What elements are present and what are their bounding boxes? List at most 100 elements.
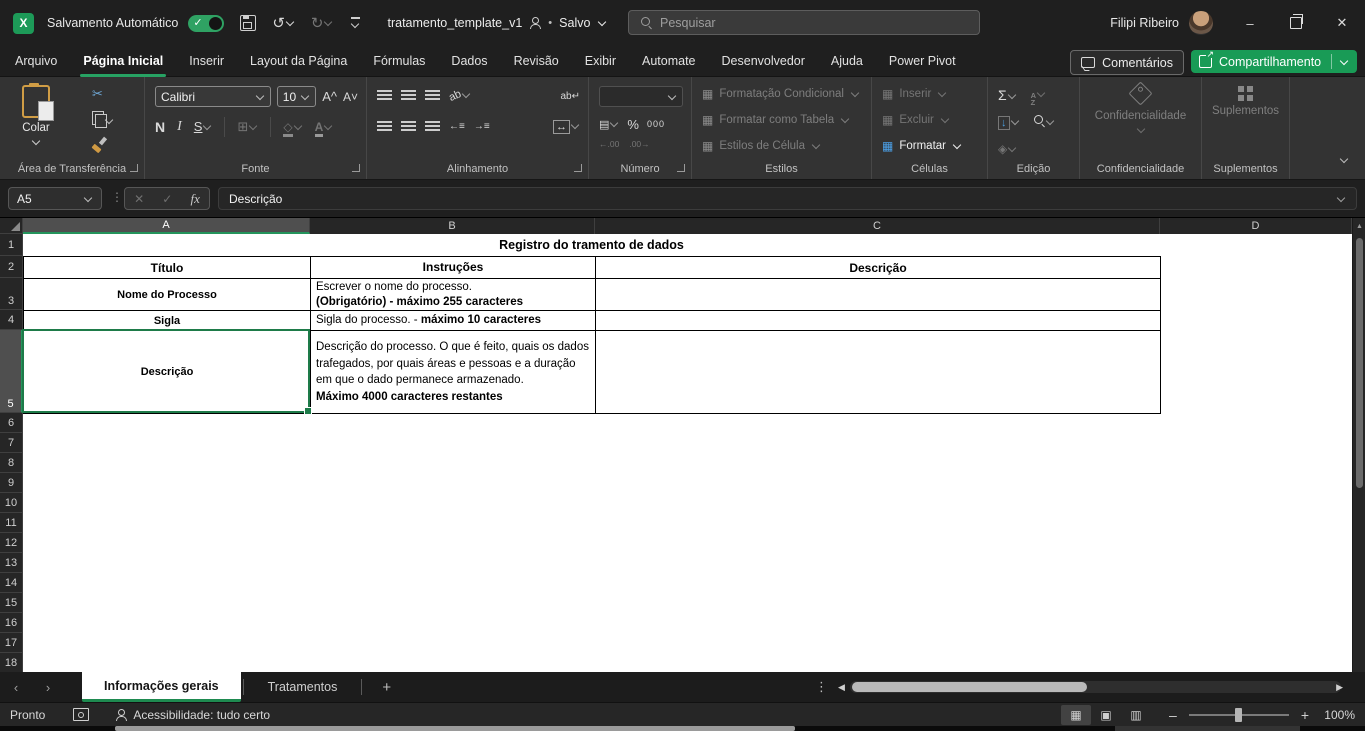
- align-center-button[interactable]: [401, 120, 416, 132]
- row-header-12[interactable]: 12: [0, 533, 23, 553]
- tab-revisao[interactable]: Revisão: [501, 46, 572, 77]
- row-header-8[interactable]: 8: [0, 453, 23, 473]
- account-area[interactable]: Filipi Ribeiro: [1110, 0, 1213, 46]
- document-title[interactable]: tratamento_template_v1 • Salvo: [387, 16, 607, 30]
- tab-inserir[interactable]: Inserir: [176, 46, 237, 77]
- minimize-button[interactable]: –: [1227, 0, 1273, 46]
- row-header-17[interactable]: 17: [0, 633, 23, 653]
- format-cells-button[interactable]: ▦Formatar: [882, 139, 962, 153]
- decrease-decimal-button[interactable]: .00→: [629, 139, 649, 149]
- wrap-text-button[interactable]: ab↵: [560, 86, 580, 104]
- select-all-corner[interactable]: [0, 218, 23, 234]
- column-header-D[interactable]: D: [1160, 218, 1352, 234]
- delete-cells-button[interactable]: ▦Excluir: [882, 113, 950, 127]
- format-painter-button[interactable]: [92, 137, 106, 156]
- normal-view-button[interactable]: ▦: [1061, 705, 1091, 725]
- accounting-format-button[interactable]: ▤: [599, 115, 619, 133]
- row-header-18[interactable]: 18: [0, 653, 23, 673]
- cell-B3[interactable]: Escrever o nome do processo. (Obrigatóri…: [311, 279, 596, 311]
- insert-function-button[interactable]: fx: [191, 191, 200, 207]
- vertical-scrollbar[interactable]: ▲: [1352, 218, 1365, 672]
- dialog-launcher-icon[interactable]: [130, 164, 138, 172]
- zoom-level[interactable]: 100%: [1309, 708, 1355, 722]
- copy-button[interactable]: [92, 111, 114, 130]
- row-header-1[interactable]: 1: [0, 234, 23, 256]
- align-right-button[interactable]: [425, 120, 440, 132]
- next-sheet-button[interactable]: ›: [32, 680, 64, 695]
- bold-button[interactable]: N: [155, 119, 165, 135]
- cell-C2[interactable]: Descrição: [596, 257, 1161, 279]
- comma-style-button[interactable]: 000: [647, 119, 665, 129]
- row-header-6[interactable]: 6: [0, 413, 23, 433]
- cell-B4[interactable]: Sigla do processo. - máximo 10 caractere…: [311, 311, 596, 331]
- number-format-select[interactable]: [599, 86, 683, 107]
- fill-button[interactable]: ↓: [998, 113, 1020, 131]
- sheet-tab-informacoes-gerais[interactable]: Informações gerais: [82, 672, 241, 702]
- scroll-left-icon[interactable]: ◀: [838, 682, 845, 693]
- font-size-select[interactable]: 10: [277, 86, 316, 107]
- avatar[interactable]: [1189, 11, 1213, 35]
- save-button[interactable]: [240, 15, 256, 31]
- cut-button[interactable]: ✂: [92, 86, 103, 102]
- row-header-13[interactable]: 13: [0, 553, 23, 573]
- restore-button[interactable]: [1273, 0, 1319, 46]
- row-header-14[interactable]: 14: [0, 573, 23, 593]
- formula-input[interactable]: Descrição: [218, 187, 1357, 210]
- zoom-slider[interactable]: [1189, 714, 1289, 716]
- tab-arquivo[interactable]: Arquivo: [2, 46, 70, 77]
- zoom-out-button[interactable]: –: [1169, 707, 1177, 723]
- cancel-button[interactable]: ✕: [134, 192, 144, 206]
- row-header-2[interactable]: 2: [0, 256, 23, 278]
- sensitivity-button[interactable]: Confidencialidade: [1080, 85, 1201, 134]
- sheetbar-options-icon[interactable]: ⋮: [815, 679, 828, 695]
- row-header-15[interactable]: 15: [0, 593, 23, 613]
- sort-filter-button[interactable]: AZ: [1031, 85, 1046, 106]
- cell-C5[interactable]: [596, 331, 1161, 414]
- macro-record-icon[interactable]: [73, 708, 89, 721]
- font-name-select[interactable]: Calibri: [155, 86, 271, 107]
- enter-button[interactable]: ✓: [162, 192, 172, 206]
- align-middle-button[interactable]: [401, 89, 416, 101]
- tab-power-pivot[interactable]: Power Pivot: [876, 46, 969, 77]
- name-box[interactable]: A5: [8, 187, 102, 210]
- row-header-10[interactable]: 10: [0, 493, 23, 513]
- dialog-launcher-icon[interactable]: [574, 164, 582, 172]
- vertical-scrollbar-thumb[interactable]: [1356, 238, 1363, 488]
- row-header-3[interactable]: 3: [0, 278, 23, 310]
- font-color-button[interactable]: A: [315, 118, 334, 136]
- insert-cells-button[interactable]: ▦Inserir: [882, 87, 947, 101]
- clear-button[interactable]: ◈: [998, 140, 1017, 158]
- fill-color-button[interactable]: ◇: [283, 118, 302, 136]
- decrease-font-button[interactable]: A˅: [343, 90, 358, 104]
- cell-C4[interactable]: [596, 311, 1161, 331]
- undo-button[interactable]: ↺: [272, 14, 295, 32]
- expand-formula-bar-icon[interactable]: [1337, 193, 1345, 201]
- share-button[interactable]: Compartilhamento: [1191, 50, 1357, 73]
- tab-pagina-inicial[interactable]: Página Inicial: [70, 46, 176, 77]
- name-box-resize-handle[interactable]: ⋮: [111, 190, 123, 204]
- dialog-launcher-icon[interactable]: [352, 164, 360, 172]
- tab-layout-da-pagina[interactable]: Layout da Página: [237, 46, 360, 77]
- cell-B5[interactable]: Descrição do processo. O que é feito, qu…: [311, 331, 596, 414]
- italic-button[interactable]: I: [177, 119, 182, 135]
- scroll-up-icon[interactable]: ▲: [1356, 223, 1363, 230]
- row-header-4[interactable]: 4: [0, 310, 23, 330]
- customize-toolbar-button[interactable]: [349, 17, 361, 29]
- borders-button[interactable]: ⊞: [237, 118, 258, 136]
- cell-styles-button[interactable]: ▦Estilos de Célula: [702, 139, 821, 153]
- column-header-C[interactable]: C: [595, 218, 1160, 234]
- prev-sheet-button[interactable]: ‹: [0, 680, 32, 695]
- format-as-table-button[interactable]: ▦Formatar como Tabela: [702, 113, 850, 127]
- scroll-right-icon[interactable]: ▶: [1336, 682, 1343, 693]
- close-button[interactable]: ✕: [1319, 0, 1365, 46]
- cell-A2[interactable]: Título: [24, 257, 311, 279]
- cell-A5[interactable]: Descrição: [24, 331, 311, 414]
- align-left-button[interactable]: [377, 120, 392, 132]
- cell-B2[interactable]: Instruções: [311, 257, 596, 279]
- row-header-7[interactable]: 7: [0, 433, 23, 453]
- sheet-tab-tratamentos[interactable]: Tratamentos: [246, 672, 360, 702]
- percent-style-button[interactable]: %: [627, 117, 639, 132]
- horizontal-scrollbar-thumb[interactable]: [852, 682, 1087, 692]
- cell-A1-title[interactable]: Registro do tramento de dados: [23, 234, 1160, 256]
- cell-A3[interactable]: Nome do Processo: [24, 279, 311, 311]
